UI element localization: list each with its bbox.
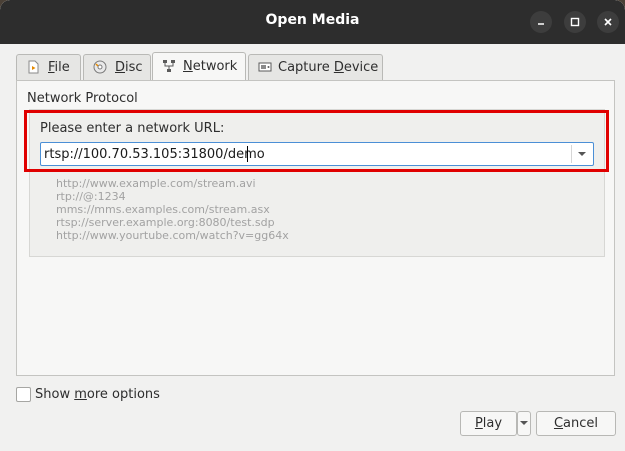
play-button[interactable]: Play [460,411,517,436]
highlight-box [24,110,609,172]
tab-disc-label: Disc [115,60,143,75]
close-button[interactable] [597,11,619,33]
url-example: http://www.example.com/stream.avi [56,177,256,190]
tab-network-label: Network [183,59,238,74]
minimize-button[interactable] [530,11,552,33]
disc-icon [93,60,107,74]
close-icon [604,18,612,26]
show-more-options-checkbox[interactable] [16,387,31,402]
tab-network[interactable]: Network [152,52,246,80]
tab-capture-device-label: Capture Device [278,60,379,75]
url-example: rtp://@:1234 [56,190,126,203]
maximize-icon [570,17,580,27]
url-examples: http://www.example.com/stream.avi rtp://… [56,177,289,242]
open-media-dialog: Open Media File Disc Network Capture Dev… [0,0,625,451]
show-more-options-label[interactable]: Show more options [35,387,160,402]
tab-file[interactable]: File [16,54,81,80]
cancel-button[interactable]: Cancel [536,411,616,436]
network-protocol-title: Network Protocol [27,91,138,106]
capture-device-icon [258,62,272,72]
network-icon [163,60,175,72]
minimize-icon [538,23,544,25]
maximize-button[interactable] [564,11,586,33]
chevron-down-icon [520,421,528,425]
tab-file-label: File [48,60,70,75]
play-options-dropdown[interactable] [517,411,531,436]
tab-disc[interactable]: Disc [83,54,151,80]
url-example: mms://mms.examples.com/stream.asx [56,203,270,216]
url-example: http://www.yourtube.com/watch?v=gg64x [56,229,289,242]
url-example: rtsp://server.example.org:8080/test.sdp [56,216,275,229]
title-bar: Open Media [0,0,625,44]
tab-capture-device[interactable]: Capture Device [248,54,383,80]
file-icon [28,60,39,74]
